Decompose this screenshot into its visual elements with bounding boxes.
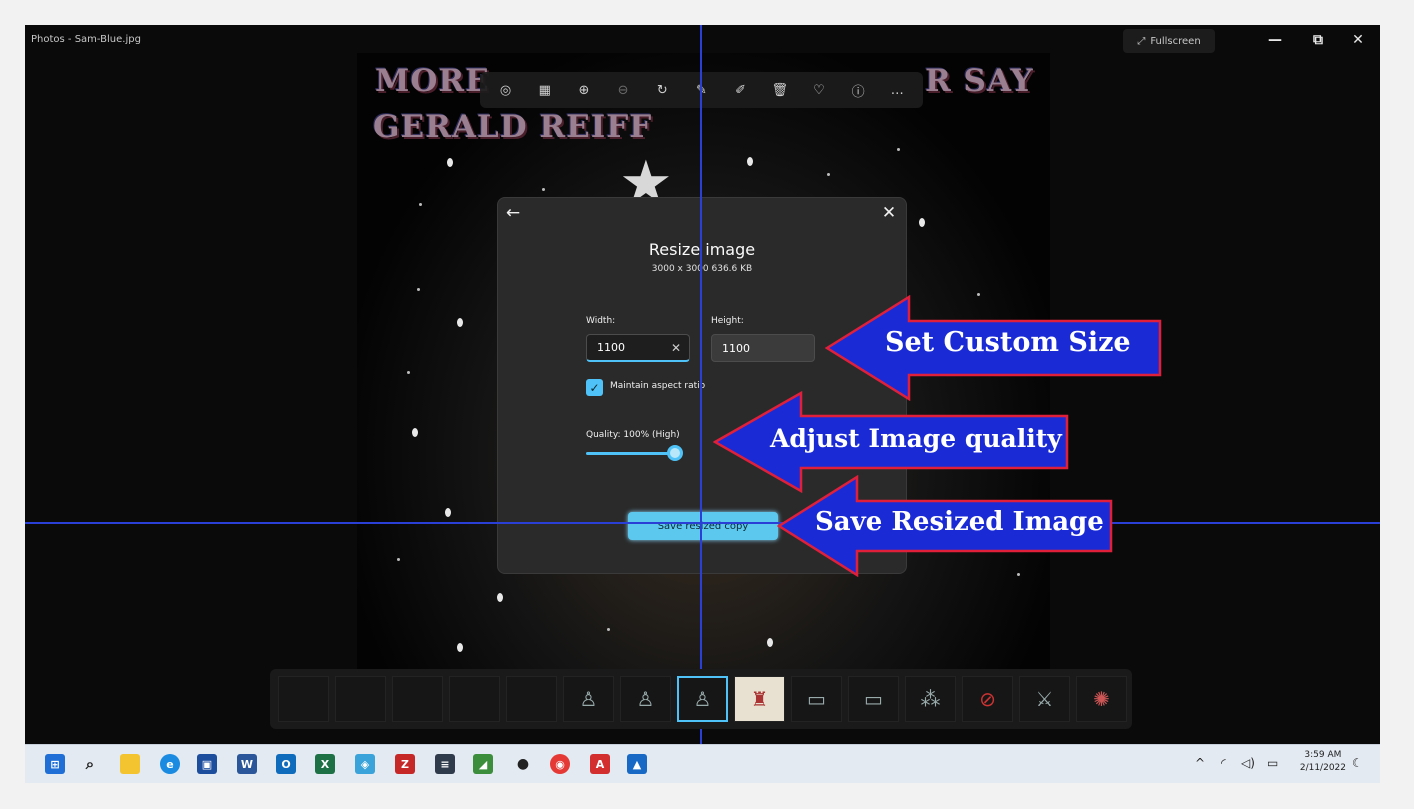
minimize-icon: — bbox=[1268, 32, 1282, 48]
photo-text-name: GERALD REIFF bbox=[373, 109, 653, 145]
fullscreen-button[interactable]: ⤢ Fullscreen bbox=[1123, 29, 1215, 53]
search-icon[interactable]: ⌕ bbox=[80, 754, 100, 774]
view-all-icon[interactable]: ▦ bbox=[532, 77, 558, 103]
thumbnail[interactable] bbox=[506, 676, 557, 722]
width-value: 1100 bbox=[597, 341, 625, 354]
rotate-icon[interactable]: ↻ bbox=[649, 77, 675, 103]
thumbnail[interactable]: ♜ bbox=[734, 676, 785, 722]
back-button[interactable]: ← bbox=[502, 202, 524, 224]
thumbnail[interactable]: ▭ bbox=[791, 676, 842, 722]
close-window-button[interactable]: ✕ bbox=[1344, 29, 1372, 51]
thumbnail[interactable] bbox=[278, 676, 329, 722]
thumbnail[interactable]: ⚔ bbox=[1019, 676, 1070, 722]
quality-slider-track[interactable] bbox=[586, 452, 678, 455]
fullscreen-icon: ⤢ bbox=[1137, 35, 1146, 47]
dialog-title: Resize image bbox=[648, 240, 756, 259]
chrome-icon[interactable]: ◉ bbox=[550, 754, 570, 774]
checkmark-icon: ✓ bbox=[589, 380, 600, 395]
close-icon: ✕ bbox=[1352, 32, 1364, 48]
photo-text-say: R SAY bbox=[925, 63, 1034, 99]
time-text: 3:59 AM bbox=[1304, 750, 1342, 760]
image-dimensions: 3000 x 3000 636.6 KB bbox=[651, 264, 753, 274]
minimize-button[interactable]: — bbox=[1261, 29, 1289, 51]
annotation-set-custom-size: Set Custom Size bbox=[885, 327, 1131, 358]
thumbnail[interactable] bbox=[335, 676, 386, 722]
zoom-out-icon[interactable]: ⊖ bbox=[610, 77, 636, 103]
restore-button[interactable]: ⧉ bbox=[1304, 29, 1332, 51]
maintain-aspect-label: Maintain aspect ratio bbox=[610, 381, 706, 391]
date-text: 2/11/2022 bbox=[1299, 763, 1346, 773]
store-icon[interactable]: ▣ bbox=[197, 754, 217, 774]
chevron-up-icon[interactable]: ^ bbox=[1195, 756, 1205, 770]
thumbnail[interactable]: ⊘ bbox=[962, 676, 1013, 722]
thumbnail-selected[interactable]: ♙ bbox=[677, 676, 728, 722]
arrow-left-icon: ← bbox=[505, 203, 521, 223]
height-label: Height: bbox=[711, 316, 744, 326]
excel-icon[interactable]: X bbox=[315, 754, 335, 774]
thumbnail[interactable] bbox=[449, 676, 500, 722]
quality-slider-thumb[interactable] bbox=[667, 445, 683, 461]
start-icon[interactable]: ⊞ bbox=[45, 754, 65, 774]
favorite-icon[interactable]: ♡ bbox=[806, 77, 832, 103]
width-label: Width: bbox=[586, 316, 616, 326]
quality-label: Quality: 100% (High) bbox=[586, 430, 680, 440]
height-field[interactable]: 1100 bbox=[711, 334, 815, 362]
delete-icon[interactable]: 🗑 bbox=[767, 77, 793, 103]
zoom-in-icon[interactable]: ⊕ bbox=[571, 77, 597, 103]
word-icon[interactable]: W bbox=[237, 754, 257, 774]
maintain-aspect-checkbox[interactable]: ✓ bbox=[586, 379, 603, 396]
window-title: Photos - Sam-Blue.jpg bbox=[31, 34, 141, 45]
dot-icon[interactable]: ● bbox=[513, 754, 533, 774]
file-explorer-icon[interactable] bbox=[120, 754, 140, 774]
thumbnail[interactable]: ♙ bbox=[620, 676, 671, 722]
width-field[interactable]: 1100 ✕ bbox=[586, 334, 690, 362]
more-icon[interactable]: … bbox=[884, 77, 910, 103]
annotation-adjust-quality: Adjust Image quality bbox=[770, 424, 1062, 453]
battery-icon[interactable]: ▭ bbox=[1267, 756, 1278, 770]
clear-icon[interactable]: ✕ bbox=[671, 341, 681, 355]
volume-icon[interactable]: ◁) bbox=[1241, 756, 1255, 770]
wifi-icon[interactable]: ◜ bbox=[1221, 756, 1226, 770]
thumbnail[interactable]: ▭ bbox=[848, 676, 899, 722]
edge-icon[interactable]: e bbox=[160, 754, 180, 774]
acrobat-icon[interactable]: A bbox=[590, 754, 610, 774]
photo-editor-icon[interactable]: ◢ bbox=[473, 754, 493, 774]
markup-icon[interactable]: ✐ bbox=[728, 77, 754, 103]
horizontal-guide-line bbox=[25, 522, 1380, 524]
restore-icon: ⧉ bbox=[1313, 32, 1323, 48]
save-resized-copy-button[interactable]: Save resized copy bbox=[628, 512, 778, 540]
notepad-icon[interactable]: ≡ bbox=[435, 754, 455, 774]
filmstrip: ♙ ♙ ♙ ♜ ▭ ▭ ⁂ ⊘ ⚔ ✺ bbox=[270, 669, 1132, 729]
fullscreen-label: Fullscreen bbox=[1150, 35, 1201, 47]
thumbnail[interactable]: ✺ bbox=[1076, 676, 1127, 722]
height-value: 1100 bbox=[722, 341, 750, 355]
info-icon[interactable]: ⓘ bbox=[845, 77, 871, 103]
annotation-save-resized: Save Resized Image bbox=[815, 507, 1104, 537]
photos-icon[interactable]: ▲ bbox=[627, 754, 647, 774]
clock[interactable]: 3:59 AM 2/11/2022 bbox=[1300, 749, 1346, 775]
dialog-close-button[interactable]: ✕ bbox=[878, 202, 900, 224]
thumbnail[interactable] bbox=[392, 676, 443, 722]
thumbnail[interactable]: ⁂ bbox=[905, 676, 956, 722]
enhance-icon[interactable]: ◎ bbox=[493, 77, 519, 103]
close-icon: ✕ bbox=[881, 203, 897, 223]
app-icon[interactable]: ◈ bbox=[355, 754, 375, 774]
photos-app-window: MORE R SAY GERALD REIFF ★ Photos - Sam-B… bbox=[25, 25, 1380, 783]
thumbnail[interactable]: ♙ bbox=[563, 676, 614, 722]
photo-text-more: MORE bbox=[375, 63, 490, 99]
notification-icon[interactable]: ☾ bbox=[1352, 756, 1363, 770]
outlook-icon[interactable]: O bbox=[276, 754, 296, 774]
zotero-icon[interactable]: Z bbox=[395, 754, 415, 774]
taskbar: ⊞ ⌕ e ▣ W O X ◈ Z ≡ ◢ ● ◉ A ▲ ^ ◜ ◁) ▭ 3… bbox=[25, 744, 1380, 783]
